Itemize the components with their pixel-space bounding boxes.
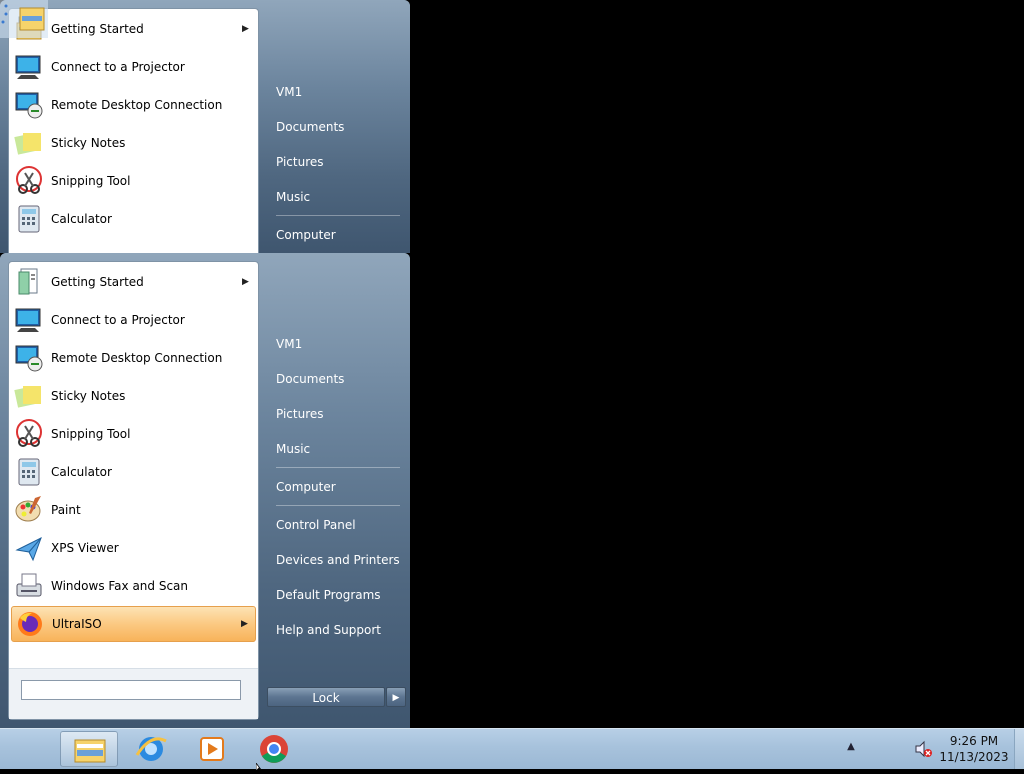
program-paint[interactable]: Paint [11, 492, 256, 528]
calculator-icon [13, 203, 45, 235]
submenu-arrow-icon: ▶ [242, 277, 249, 287]
separator [276, 505, 400, 506]
internet-explorer-icon [135, 737, 167, 761]
xps-viewer-icon [13, 532, 45, 564]
search-area [9, 668, 258, 719]
ghost-item-sticky-notes[interactable]: Sticky Notes [11, 125, 256, 161]
start-menu-ghost: Getting Started ▶ Connect to a Projector… [0, 0, 410, 253]
ghost-right-item[interactable]: Pictures [268, 148, 406, 176]
program-remote-desktop[interactable]: Remote Desktop Connection [11, 340, 256, 376]
ghost-right-item[interactable]: Computer [268, 221, 406, 249]
snipping-tool-icon [13, 418, 45, 450]
snipping-tool-icon [13, 165, 45, 197]
projector-icon [13, 304, 45, 336]
remote-desktop-icon [13, 342, 45, 374]
program-label: UltraISO [52, 617, 102, 631]
sticky-notes-icon [13, 380, 45, 412]
ghost-item-label: Getting Started [51, 22, 144, 36]
program-label: Connect to a Projector [51, 313, 185, 327]
right-pane: VM1 Documents Pictures Music Computer Co… [262, 253, 410, 728]
getting-started-icon [13, 266, 45, 298]
right-item-music[interactable]: Music [268, 435, 406, 463]
show-hidden-icons-arrow[interactable]: ▲ [844, 741, 858, 755]
calculator-icon [13, 456, 45, 488]
program-fax-scan[interactable]: Windows Fax and Scan [11, 568, 256, 604]
show-desktop-button[interactable] [1014, 729, 1024, 769]
shutdown-options-arrow-icon[interactable]: ▶ [386, 687, 406, 707]
search-input[interactable] [21, 680, 241, 700]
program-label: XPS Viewer [51, 541, 119, 555]
volume-muted-icon[interactable] [914, 739, 934, 759]
program-sticky-notes[interactable]: Sticky Notes [11, 378, 256, 414]
submenu-arrow-icon: ▶ [242, 24, 249, 34]
ghost-item-label: Snipping Tool [51, 174, 131, 188]
lock-button[interactable]: Lock [267, 687, 385, 707]
right-item-default-programs[interactable]: Default Programs [268, 581, 406, 609]
sticky-notes-icon [13, 127, 45, 159]
separator [276, 215, 400, 216]
fax-scan-icon [13, 570, 45, 602]
program-xps-viewer[interactable]: XPS Viewer [11, 530, 256, 566]
ghost-item-label: Calculator [51, 212, 112, 226]
start-menu: Getting Started ▶ Connect to a Projector… [0, 253, 410, 728]
program-projector[interactable]: Connect to a Projector [11, 302, 256, 338]
firefox-icon [14, 608, 46, 640]
program-label: Paint [51, 503, 81, 517]
system-clock[interactable]: 9:26 PM 11/13/2023 [938, 733, 1010, 765]
ghost-item-snipping-tool[interactable]: Snipping Tool [11, 163, 256, 199]
ghost-right-item[interactable]: Music [268, 183, 406, 211]
taskbar-file-explorer[interactable] [60, 731, 118, 767]
right-item-pictures[interactable]: Pictures [268, 400, 406, 428]
ghost-item-projector[interactable]: Connect to a Projector [11, 49, 256, 85]
ghost-item-calculator[interactable]: Calculator [11, 201, 256, 237]
right-item-help-support[interactable]: Help and Support [268, 616, 406, 644]
ghost-right-item[interactable]: VM1 [268, 78, 406, 106]
remote-desktop-icon [13, 89, 45, 121]
programs-pane: Getting Started ▶ Connect to a Projector… [8, 261, 259, 720]
program-label: Windows Fax and Scan [51, 579, 189, 593]
right-item-user[interactable]: VM1 [268, 330, 406, 358]
ghost-right-pane: VM1 Documents Pictures Music Computer [262, 0, 410, 253]
ghost-item-label: Connect to a Projector [51, 60, 185, 74]
right-item-computer[interactable]: Computer [268, 473, 406, 501]
program-label: Sticky Notes [51, 389, 126, 403]
file-explorer-icon [74, 739, 106, 763]
ghost-item-label: Remote Desktop Connection [51, 98, 223, 112]
program-label: Snipping Tool [51, 427, 131, 441]
paint-icon [13, 494, 45, 526]
taskbar: ▲ 9:26 PM 11/13/2023 [0, 728, 1024, 769]
right-item-control-panel[interactable]: Control Panel [268, 511, 406, 539]
ghost-item-label: Sticky Notes [51, 136, 126, 150]
clock-date: 11/13/2023 [939, 750, 1009, 764]
ghost-programs-pane: Getting Started ▶ Connect to a Projector… [8, 8, 259, 253]
right-item-documents[interactable]: Documents [268, 365, 406, 393]
submenu-arrow-icon: ▶ [241, 619, 248, 629]
media-player-icon [200, 737, 224, 761]
program-snipping-tool[interactable]: Snipping Tool [11, 416, 256, 452]
program-label: Getting Started [51, 275, 144, 289]
program-getting-started[interactable]: Getting Started ▶ [11, 264, 256, 300]
ghost-right-item[interactable]: Documents [268, 113, 406, 141]
taskbar-internet-explorer[interactable] [122, 731, 180, 767]
program-ultraiso[interactable]: UltraISO ▶ [11, 606, 256, 642]
taskbar-media-player[interactable] [182, 731, 240, 767]
taskbar-chrome[interactable] [245, 731, 303, 767]
mouse-cursor-icon [255, 760, 264, 772]
right-item-devices-printers[interactable]: Devices and Printers [268, 546, 406, 574]
clock-time: 9:26 PM [949, 734, 999, 748]
program-label: Calculator [51, 465, 112, 479]
projector-icon [13, 51, 45, 83]
separator [276, 467, 400, 468]
program-calculator[interactable]: Calculator [11, 454, 256, 490]
chrome-icon [260, 735, 288, 763]
program-label: Remote Desktop Connection [51, 351, 223, 365]
desktop-icon-fragment[interactable] [0, 0, 48, 38]
ghost-item-remote-desktop[interactable]: Remote Desktop Connection [11, 87, 256, 123]
